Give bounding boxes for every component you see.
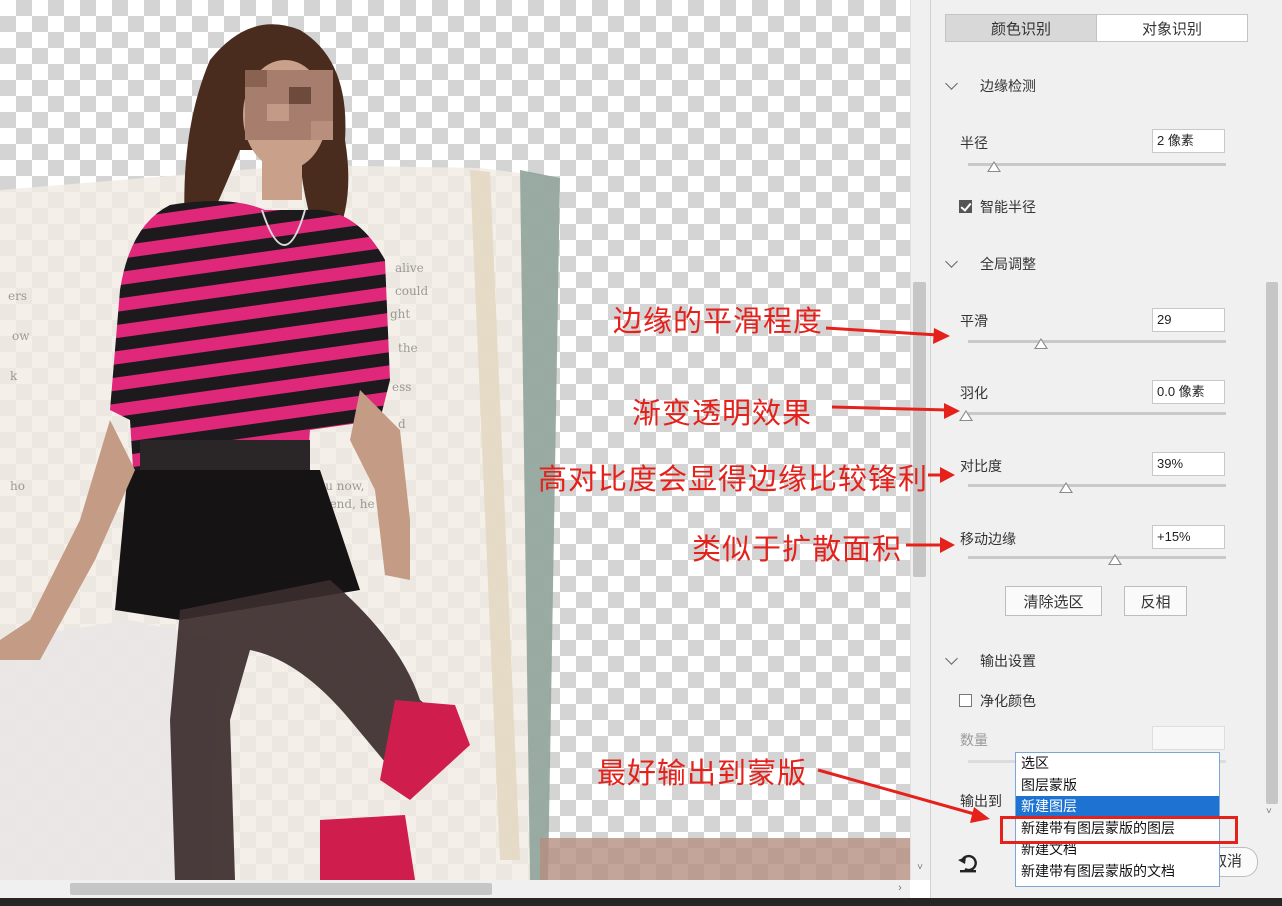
annotation-arrows: [817, 326, 990, 823]
